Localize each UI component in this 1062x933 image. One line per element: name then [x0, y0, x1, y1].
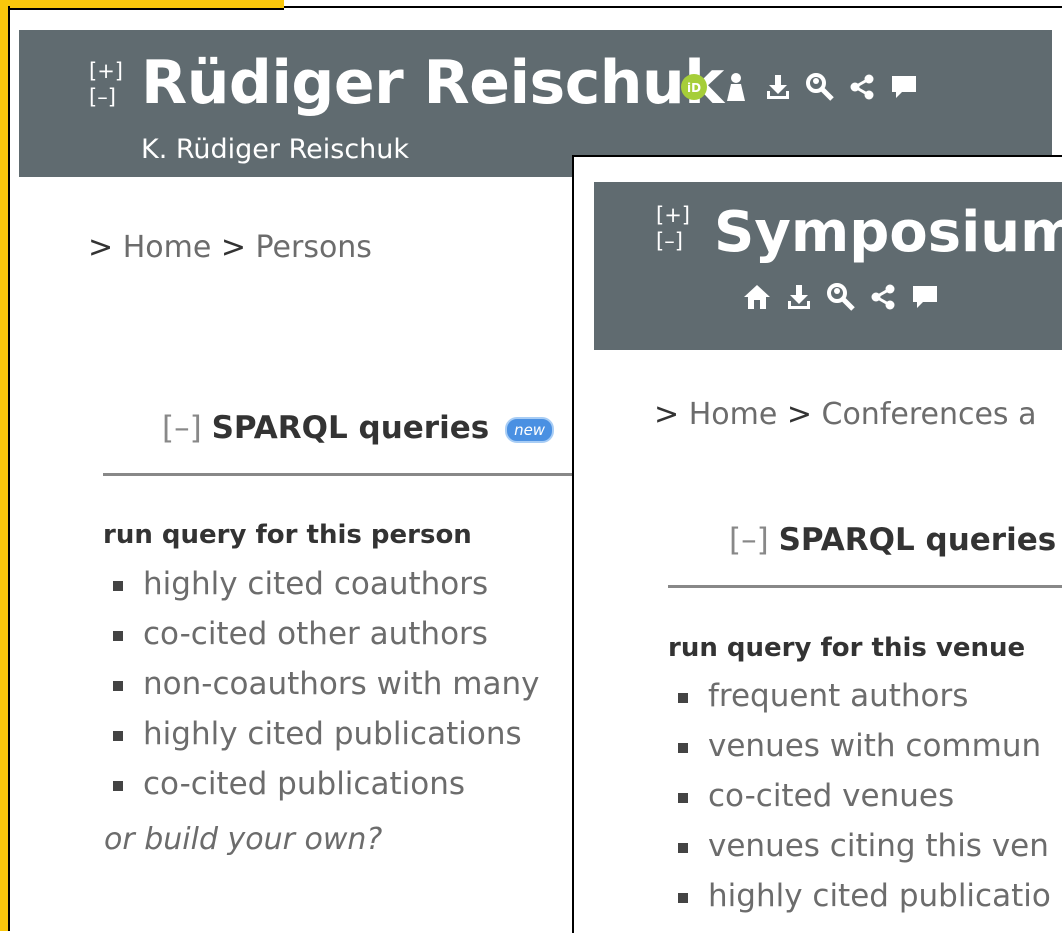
frame-accent-left: [0, 0, 8, 931]
collapse-all-button[interactable]: [–]: [656, 228, 690, 254]
frame-border-top: [284, 6, 1062, 8]
breadcrumb-home-link[interactable]: Home: [689, 397, 778, 432]
venue-header: [+] [–] Symposium: [594, 182, 1062, 350]
venue-sparql-heading: [–] SPARQL queries: [729, 522, 1056, 558]
query-link-co-cited-publications[interactable]: co-cited publications: [105, 759, 539, 809]
frame-border-left: [8, 6, 10, 931]
query-link-highly-cited-publications[interactable]: highly cited publicatio: [670, 871, 1051, 921]
query-link-venues-common-authors[interactable]: venues with commun: [670, 721, 1051, 771]
query-link-highly-cited-publications[interactable]: highly cited publications: [105, 709, 539, 759]
query-link-venues-citing[interactable]: venues citing this ven: [670, 821, 1051, 871]
expand-all-button[interactable]: [+]: [89, 58, 123, 84]
build-own-query-link[interactable]: or build your own?: [104, 822, 382, 857]
query-link-co-cited-authors[interactable]: co-cited other authors: [105, 609, 539, 659]
breadcrumb-conferences-link[interactable]: Conferences a: [822, 397, 1037, 432]
sparql-heading-text: SPARQL queries: [778, 522, 1057, 558]
svg-text:iD: iD: [687, 81, 701, 95]
venue-breadcrumb: > Home > Conferences a: [654, 397, 1036, 432]
section-divider: [103, 473, 573, 476]
share-icon[interactable]: [868, 282, 898, 312]
person-name-title: Rüdiger Reischuk: [141, 48, 724, 118]
breadcrumb-persons-link[interactable]: Persons: [256, 230, 372, 265]
expand-all-button[interactable]: [+]: [656, 202, 690, 228]
search-people-icon[interactable]: [805, 72, 835, 102]
query-link-frequent-authors[interactable]: frequent authors: [670, 671, 1051, 721]
download-icon[interactable]: [784, 282, 814, 312]
sparql-collapse-toggle[interactable]: [–]: [162, 410, 202, 446]
orcid-icon[interactable]: iD: [679, 72, 709, 102]
comment-icon[interactable]: [910, 282, 940, 312]
expand-collapse-controls: [+] [–]: [89, 58, 123, 110]
query-link-highly-cited-coauthors[interactable]: highly cited coauthors: [105, 559, 539, 609]
person-breadcrumb: > Home > Persons: [88, 230, 372, 265]
person-query-list: highly cited coauthors co-cited other au…: [105, 559, 539, 809]
sparql-heading-text: SPARQL queries: [211, 410, 490, 446]
person-alias: K. Rüdiger Reischuk: [141, 134, 410, 165]
query-link-non-coauthors[interactable]: non-coauthors with many: [105, 659, 539, 709]
sparql-collapse-toggle[interactable]: [–]: [729, 522, 769, 558]
breadcrumb-separator: >: [777, 397, 822, 432]
download-icon[interactable]: [763, 72, 793, 102]
new-badge: new: [505, 416, 555, 443]
search-people-icon[interactable]: [826, 282, 856, 312]
breadcrumb-home-link[interactable]: Home: [123, 230, 212, 265]
person-toolbar: iD: [679, 72, 919, 102]
home-icon[interactable]: [742, 282, 772, 312]
frame-border-top-left: [8, 8, 284, 10]
share-icon[interactable]: [847, 72, 877, 102]
venue-query-label: run query for this venue: [668, 633, 1026, 663]
person-icon[interactable]: [721, 72, 751, 102]
person-query-label: run query for this person: [103, 520, 472, 550]
venue-title: Symposium: [714, 200, 1062, 265]
venue-query-list: frequent authors venues with commun co-c…: [670, 671, 1051, 921]
venue-page: [+] [–] Symposium > Home > Conferences a: [572, 155, 1062, 933]
venue-toolbar: [742, 282, 940, 312]
breadcrumb-separator: >: [88, 230, 123, 265]
section-divider: [668, 585, 1062, 588]
query-link-co-cited-venues[interactable]: co-cited venues: [670, 771, 1051, 821]
person-sparql-heading: [–] SPARQL queries new: [162, 410, 555, 446]
breadcrumb-separator: >: [654, 397, 689, 432]
comment-icon[interactable]: [889, 72, 919, 102]
expand-collapse-controls: [+] [–]: [656, 202, 690, 254]
breadcrumb-separator: >: [211, 230, 256, 265]
collapse-all-button[interactable]: [–]: [89, 84, 123, 110]
